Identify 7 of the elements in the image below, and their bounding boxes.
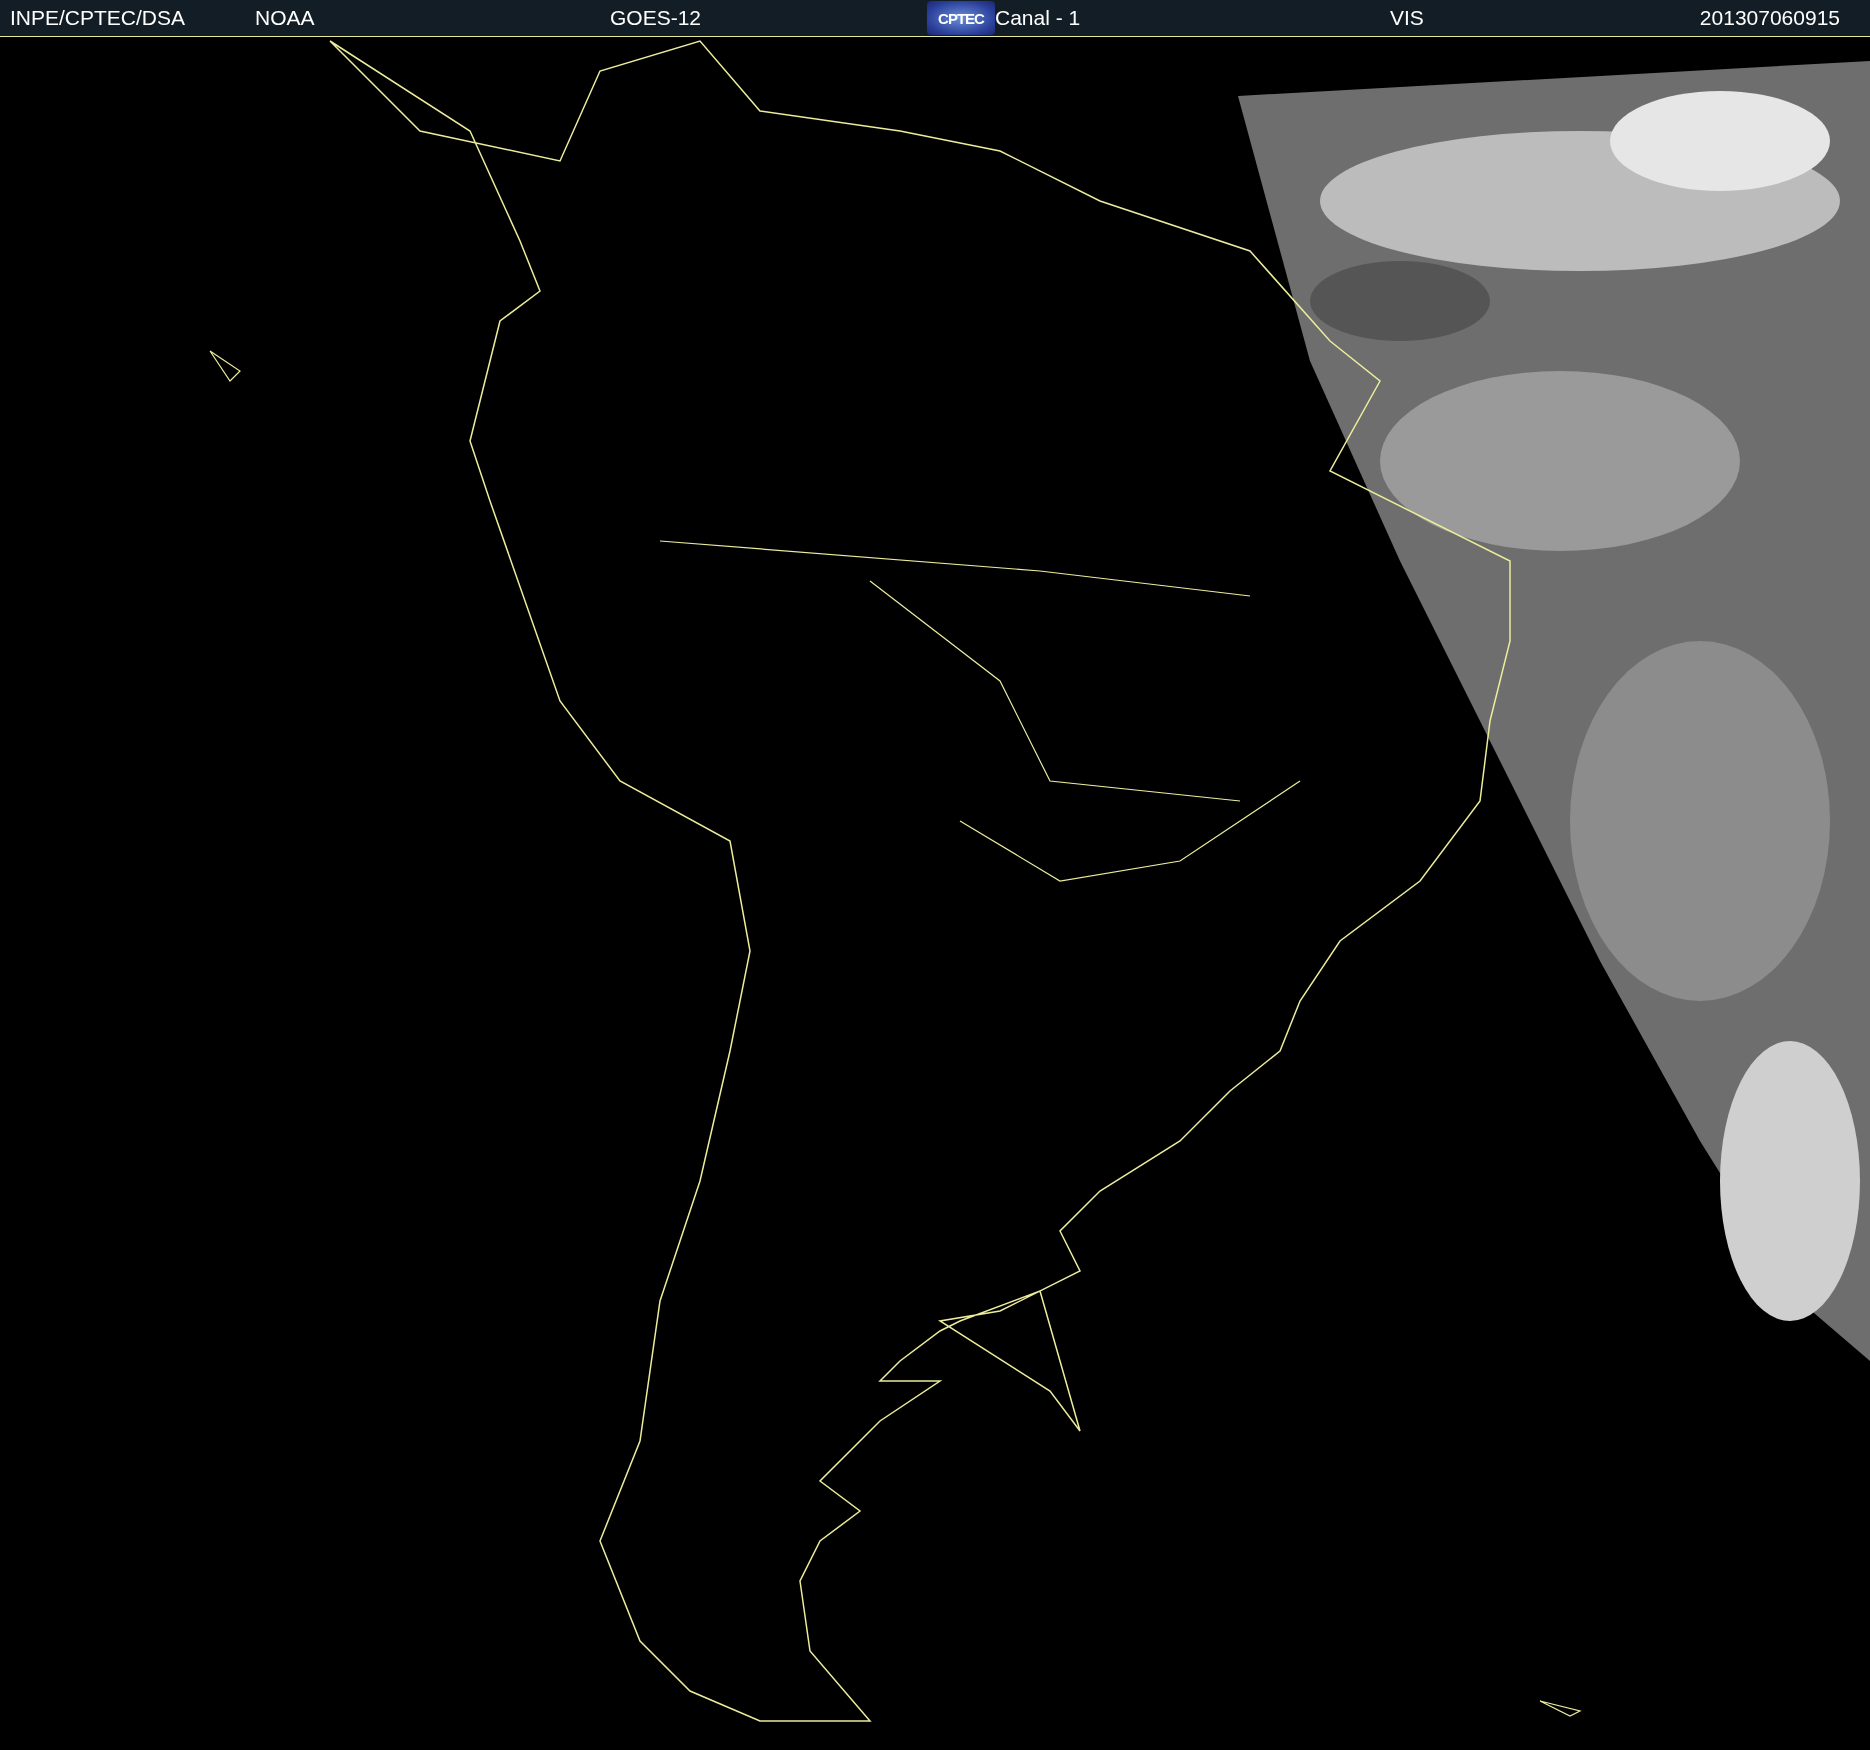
header-label: NOAA — [255, 6, 315, 30]
header-label: 201307060915 — [1699, 6, 1840, 30]
logo: CPTEC — [927, 1, 995, 35]
header-label: INPE/CPTEC/DSA — [10, 6, 186, 30]
header-label: GOES-12 — [610, 6, 702, 30]
header-label: Canal - 1 — [995, 6, 1081, 30]
header-label: VIS — [1390, 6, 1424, 30]
